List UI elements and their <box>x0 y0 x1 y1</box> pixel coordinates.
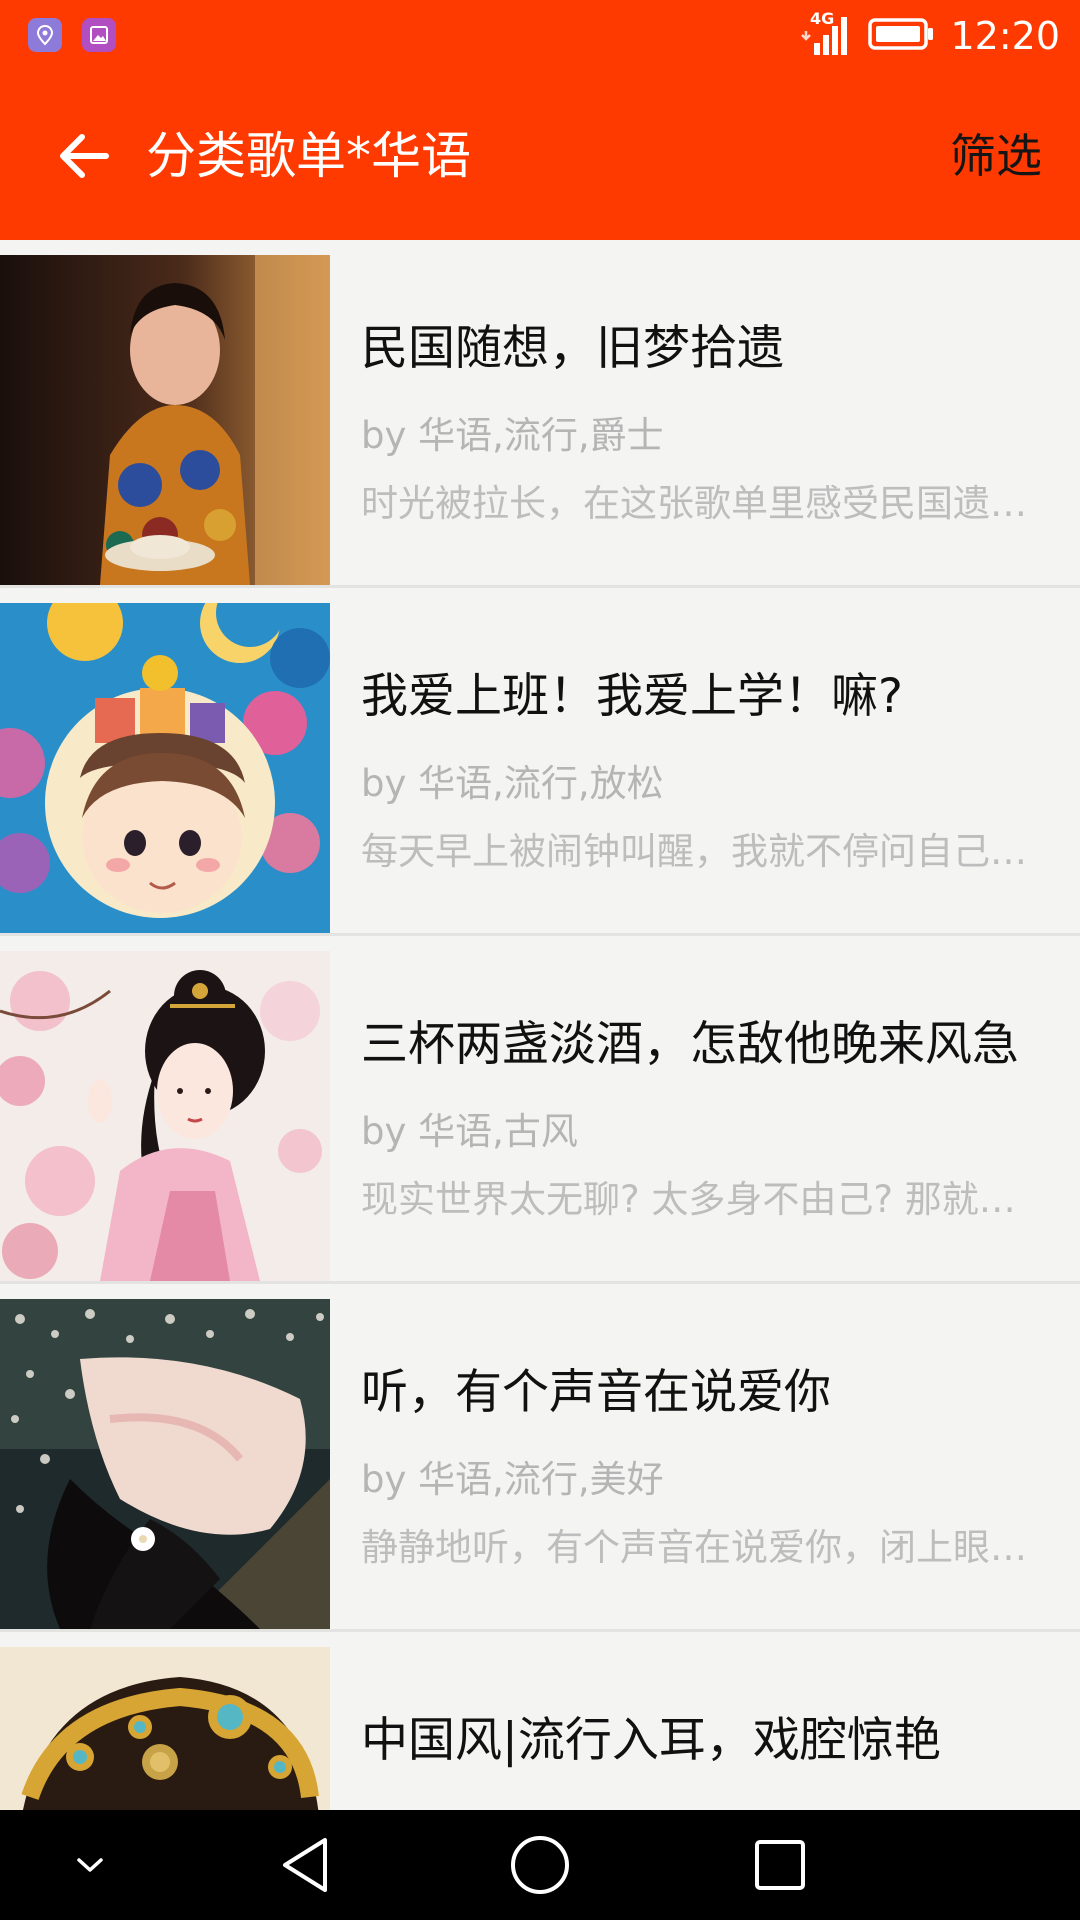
clock: 12:20 <box>950 14 1060 58</box>
back-nav-button[interactable] <box>255 1810 355 1920</box>
signal-icon <box>800 13 852 59</box>
playlist-cover-image[interactable] <box>0 255 330 585</box>
list-item[interactable]: 我爱上班！我爱上学！嘛? by 华语,流行,放松 每天早上被闹钟叫醒，我就不停问… <box>0 588 1080 936</box>
playlist-cover-image[interactable] <box>0 603 330 933</box>
gallery-icon <box>82 18 116 52</box>
hide-nav-button[interactable] <box>50 1810 130 1920</box>
list-item[interactable]: 中国风|流行入耳，戏腔惊艳 <box>0 1632 1080 1810</box>
playlist-description: 每天早上被闹钟叫醒，我就不停问自己… <box>361 830 1027 873</box>
playlist-cover-image[interactable] <box>0 951 330 1281</box>
arrow-left-icon <box>60 134 109 178</box>
list-item[interactable]: 民国随想，旧梦拾遗 by 华语,流行,爵士 时光被拉长，在这张歌单里感受民国遗… <box>0 240 1080 588</box>
home-circle-icon <box>511 1836 569 1894</box>
playlist-cover-image[interactable] <box>0 1647 330 1810</box>
playlist-description: 静静地听，有个声音在说爱你，闭上眼… <box>361 1526 1027 1569</box>
status-bar: 4G 12:20 <box>0 0 1080 72</box>
recents-square-icon <box>755 1840 805 1890</box>
home-nav-button[interactable] <box>490 1810 590 1920</box>
list-item[interactable]: 听，有个声音在说爱你 by 华语,流行,美好 静静地听，有个声音在说爱你，闭上眼… <box>0 1284 1080 1632</box>
playlist-info: 民国随想，旧梦拾遗 by 华语,流行,爵士 时光被拉长，在这张歌单里感受民国遗… <box>361 255 1052 585</box>
status-indicators: 12:20 <box>800 10 1060 62</box>
playlist-title: 听，有个声音在说爱你 <box>361 1365 831 1420</box>
playlist-description: 现实世界太无聊? 太多身不由己? 那就… <box>361 1178 1016 1221</box>
playlist-cover-image[interactable] <box>0 1299 330 1629</box>
playlist-description: 时光被拉长，在这张歌单里感受民国遗… <box>361 482 1027 525</box>
battery-icon <box>868 16 934 56</box>
playlist-tags: by 华语,流行,美好 <box>361 1458 664 1501</box>
back-button[interactable] <box>52 124 116 188</box>
playlist-info: 中国风|流行入耳，戏腔惊艳 <box>361 1647 1052 1810</box>
page-title: 分类歌单*华语 <box>146 127 471 185</box>
playlist-title: 中国风|流行入耳，戏腔惊艳 <box>361 1713 941 1768</box>
playlist-title: 民国随想，旧梦拾遗 <box>361 321 784 376</box>
playlist-tags: by 华语,流行,放松 <box>361 762 664 805</box>
map-pin-icon <box>28 18 62 52</box>
playlist-tags: by 华语,流行,爵士 <box>361 414 664 457</box>
playlist-list[interactable]: 民国随想，旧梦拾遗 by 华语,流行,爵士 时光被拉长，在这张歌单里感受民国遗… <box>0 240 1080 1810</box>
list-item[interactable]: 三杯两盏淡酒，怎敌他晚来风急 by 华语,古风 现实世界太无聊? 太多身不由己?… <box>0 936 1080 1284</box>
playlist-title: 我爱上班！我爱上学！嘛? <box>361 669 903 724</box>
playlist-info: 我爱上班！我爱上学！嘛? by 华语,流行,放松 每天早上被闹钟叫醒，我就不停问… <box>361 603 1052 933</box>
playlist-title: 三杯两盏淡酒，怎敌他晚来风急 <box>361 1017 1019 1072</box>
back-triangle-icon <box>283 1838 327 1892</box>
chevron-down-icon <box>77 1858 103 1872</box>
app-toolbar: 分类歌单*华语 筛选 <box>0 72 1080 240</box>
playlist-info: 三杯两盏淡酒，怎敌他晚来风急 by 华语,古风 现实世界太无聊? 太多身不由己?… <box>361 951 1052 1281</box>
filter-button[interactable]: 筛选 <box>950 124 1042 188</box>
playlist-tags: by 华语,古风 <box>361 1110 578 1153</box>
recents-nav-button[interactable] <box>730 1810 830 1920</box>
playlist-info: 听，有个声音在说爱你 by 华语,流行,美好 静静地听，有个声音在说爱你，闭上眼… <box>361 1299 1052 1629</box>
system-navigation-bar <box>0 1810 1080 1920</box>
